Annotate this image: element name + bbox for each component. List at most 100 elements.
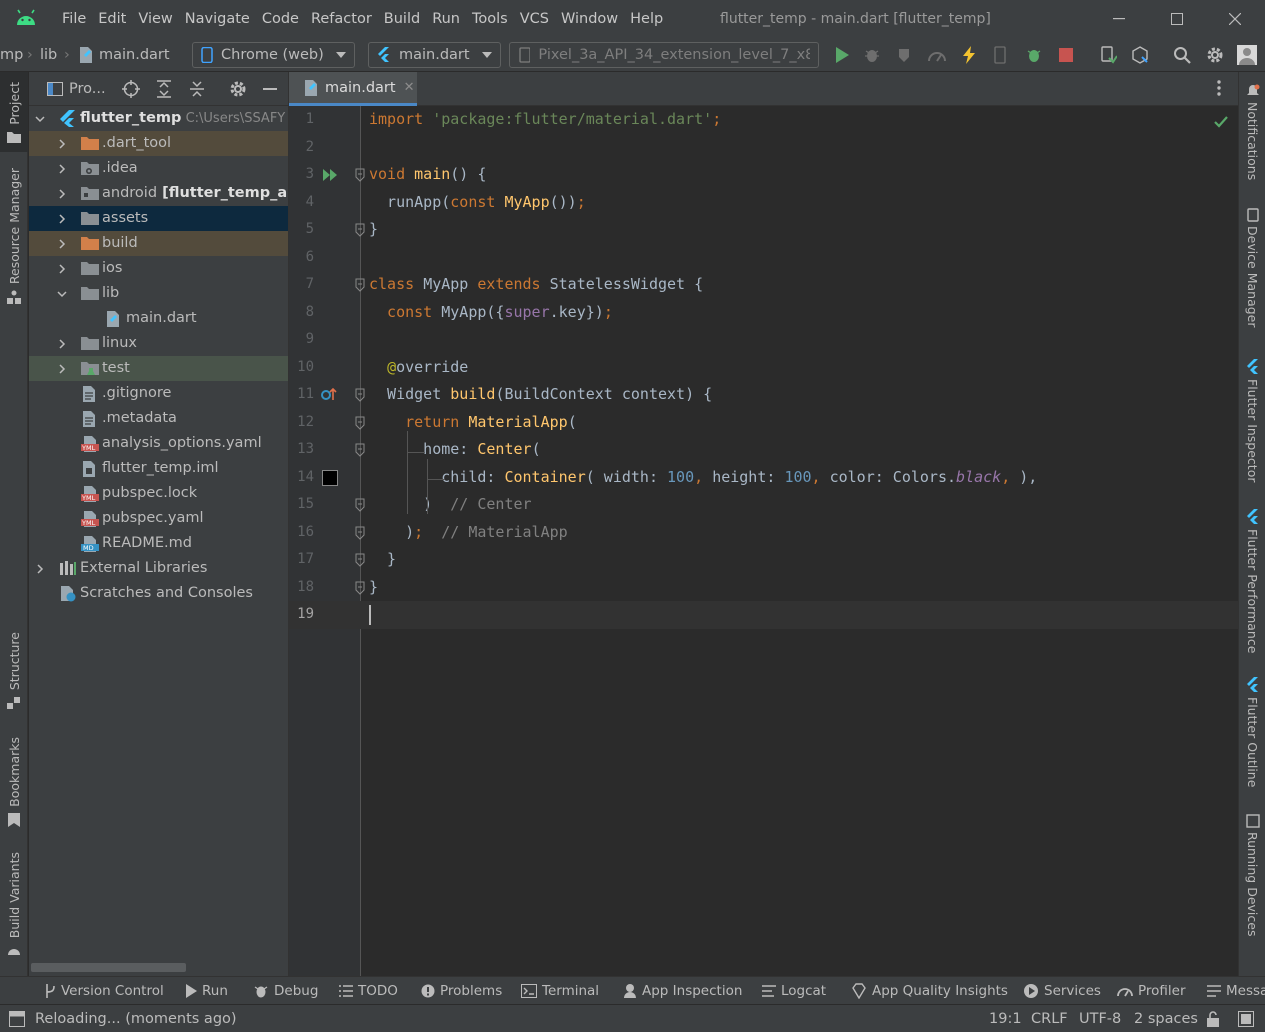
tab-running-devices[interactable]: Running Devices — [1239, 814, 1265, 944]
code-line[interactable]: 16 ); // MaterialApp — [289, 519, 1239, 547]
chevron-right-icon[interactable] — [57, 239, 67, 249]
avatar[interactable] — [1237, 45, 1257, 65]
code-line[interactable]: 12 return MaterialApp( — [289, 409, 1239, 437]
file-encoding[interactable]: UTF-8 — [1079, 1005, 1121, 1032]
menu-help[interactable]: Help — [624, 0, 669, 38]
chevron-down-icon[interactable] — [57, 289, 67, 299]
tab-main-dart[interactable]: main.dart ✕ — [289, 72, 417, 106]
horizontal-scrollbar[interactable] — [31, 963, 186, 972]
tree-item[interactable]: .idea — [29, 156, 288, 181]
gear-icon[interactable] — [228, 79, 248, 99]
coverage-icon[interactable] — [895, 45, 915, 65]
code-line[interactable]: 9 — [289, 326, 1239, 354]
tree-item[interactable]: lib — [29, 281, 288, 306]
tab-run[interactable]: Run — [185, 977, 228, 1005]
chevron-right-icon[interactable] — [57, 339, 67, 349]
sdk-manager-icon[interactable] — [1130, 45, 1150, 65]
tree-item[interactable]: Scratches and Consoles — [29, 581, 288, 606]
gear-icon[interactable] — [1205, 45, 1225, 65]
no-problems-icon[interactable] — [1214, 116, 1228, 128]
project-view-icon[interactable] — [45, 79, 65, 99]
code-line[interactable]: 10 @override — [289, 354, 1239, 382]
menu-code[interactable]: Code — [256, 0, 305, 38]
code-line[interactable]: 17 } — [289, 546, 1239, 574]
code-line[interactable]: 19 — [289, 601, 1239, 629]
chevron-right-icon[interactable] — [57, 264, 67, 274]
tab-flutter-performance[interactable]: Flutter Performance — [1239, 509, 1265, 669]
tree-item[interactable]: main.dart — [29, 306, 288, 331]
tab-logcat[interactable]: Logcat — [762, 977, 826, 1005]
code-line[interactable]: 1 import 'package:flutter/material.dart'; — [289, 106, 1239, 134]
tree-item[interactable]: .metadata — [29, 406, 288, 431]
tab-todo[interactable]: TODO — [339, 977, 398, 1005]
tab-project[interactable]: Project — [0, 72, 28, 152]
maximize-icon[interactable] — [1148, 0, 1206, 38]
tab-app-inspection[interactable]: App Inspection — [623, 977, 742, 1005]
chevron-right-icon[interactable] — [57, 164, 67, 174]
tree-item[interactable]: .gitignore — [29, 381, 288, 406]
tree-item[interactable]: YML pubspec.yaml — [29, 506, 288, 531]
search-icon[interactable] — [1172, 45, 1192, 65]
code-line[interactable]: 15 ) // Center — [289, 491, 1239, 519]
tab-profiler[interactable]: Profiler — [1117, 977, 1186, 1005]
indent-setting[interactable]: 2 spaces — [1134, 1005, 1198, 1032]
tab-version-control[interactable]: Version Control — [44, 977, 164, 1005]
menu-run[interactable]: Run — [426, 0, 466, 38]
override-gutter-icon[interactable] — [320, 386, 337, 402]
tree-item[interactable]: build — [29, 231, 288, 256]
chevron-right-icon[interactable] — [57, 214, 67, 224]
tab-flutter-inspector[interactable]: Flutter Inspector — [1239, 359, 1265, 499]
tree-item[interactable]: External Libraries — [29, 556, 288, 581]
breadcrumb-project[interactable]: mp — [0, 38, 23, 72]
tree-item[interactable]: linux — [29, 331, 288, 356]
menu-view[interactable]: View — [132, 0, 178, 38]
chevron-right-icon[interactable] — [57, 189, 67, 199]
tree-item[interactable]: ios — [29, 256, 288, 281]
line-separator[interactable]: CRLF — [1031, 1005, 1068, 1032]
tab-structure[interactable]: Structure — [0, 632, 28, 712]
collapse-all-icon[interactable] — [187, 79, 207, 99]
minimize-icon[interactable] — [1090, 0, 1148, 38]
chevron-right-icon[interactable] — [57, 364, 67, 374]
profile-icon[interactable] — [927, 45, 947, 65]
run-gutter-icon[interactable] — [322, 167, 338, 183]
menu-vcs[interactable]: VCS — [514, 0, 555, 38]
chevron-right-icon[interactable] — [57, 139, 67, 149]
tree-item[interactable]: flutter_temp C:\Users\SSAFY — [29, 106, 288, 131]
tree-item[interactable]: YML pubspec.lock — [29, 481, 288, 506]
tab-terminal[interactable]: Terminal — [521, 977, 599, 1005]
device-manager-icon[interactable] — [1098, 45, 1118, 65]
breadcrumb-file[interactable]: main.dart — [99, 38, 170, 72]
code-line[interactable]: 7 class MyApp extends StatelessWidget { — [289, 271, 1239, 299]
more-options-icon[interactable] — [1217, 80, 1221, 96]
code-line[interactable]: 4 runApp(const MyApp()); — [289, 189, 1239, 217]
tab-flutter-outline[interactable]: Flutter Outline — [1239, 677, 1265, 807]
code-line[interactable]: 5} — [289, 216, 1239, 244]
tree-item[interactable]: YML analysis_options.yaml — [29, 431, 288, 456]
tree-item[interactable]: flutter_temp.iml — [29, 456, 288, 481]
toggle-tool-windows-icon[interactable] — [9, 1011, 25, 1027]
locate-file-icon[interactable] — [121, 79, 141, 99]
close-icon[interactable]: ✕ — [404, 80, 415, 95]
close-window-icon[interactable] — [1206, 0, 1264, 38]
lock-icon[interactable] — [1206, 1011, 1220, 1027]
project-panel-title[interactable]: Pro... — [69, 81, 106, 97]
chevron-down-icon[interactable] — [35, 114, 45, 124]
code-line[interactable]: 2 — [289, 134, 1239, 162]
code-line[interactable]: 11 Widget build(BuildContext context) { — [289, 381, 1239, 409]
tab-resource-manager[interactable]: Resource Manager — [0, 168, 28, 308]
code-line[interactable]: 18} — [289, 574, 1239, 602]
tree-item[interactable]: test — [29, 356, 288, 381]
expand-all-icon[interactable] — [154, 79, 174, 99]
tab-device-manager[interactable]: Device Manager — [1239, 208, 1265, 338]
tree-item[interactable]: MD README.md — [29, 531, 288, 556]
debug-icon[interactable] — [862, 45, 882, 65]
tree-item[interactable]: .dart_tool — [29, 131, 288, 156]
stop-icon[interactable] — [1056, 45, 1076, 65]
memory-indicator-icon[interactable] — [1238, 1011, 1254, 1027]
tab-bookmarks[interactable]: Bookmarks — [0, 737, 28, 832]
tab-services[interactable]: Services — [1023, 977, 1101, 1005]
menu-window[interactable]: Window — [555, 0, 624, 38]
tab-messages[interactable]: Messa — [1207, 977, 1265, 1005]
run-icon[interactable] — [832, 45, 852, 65]
